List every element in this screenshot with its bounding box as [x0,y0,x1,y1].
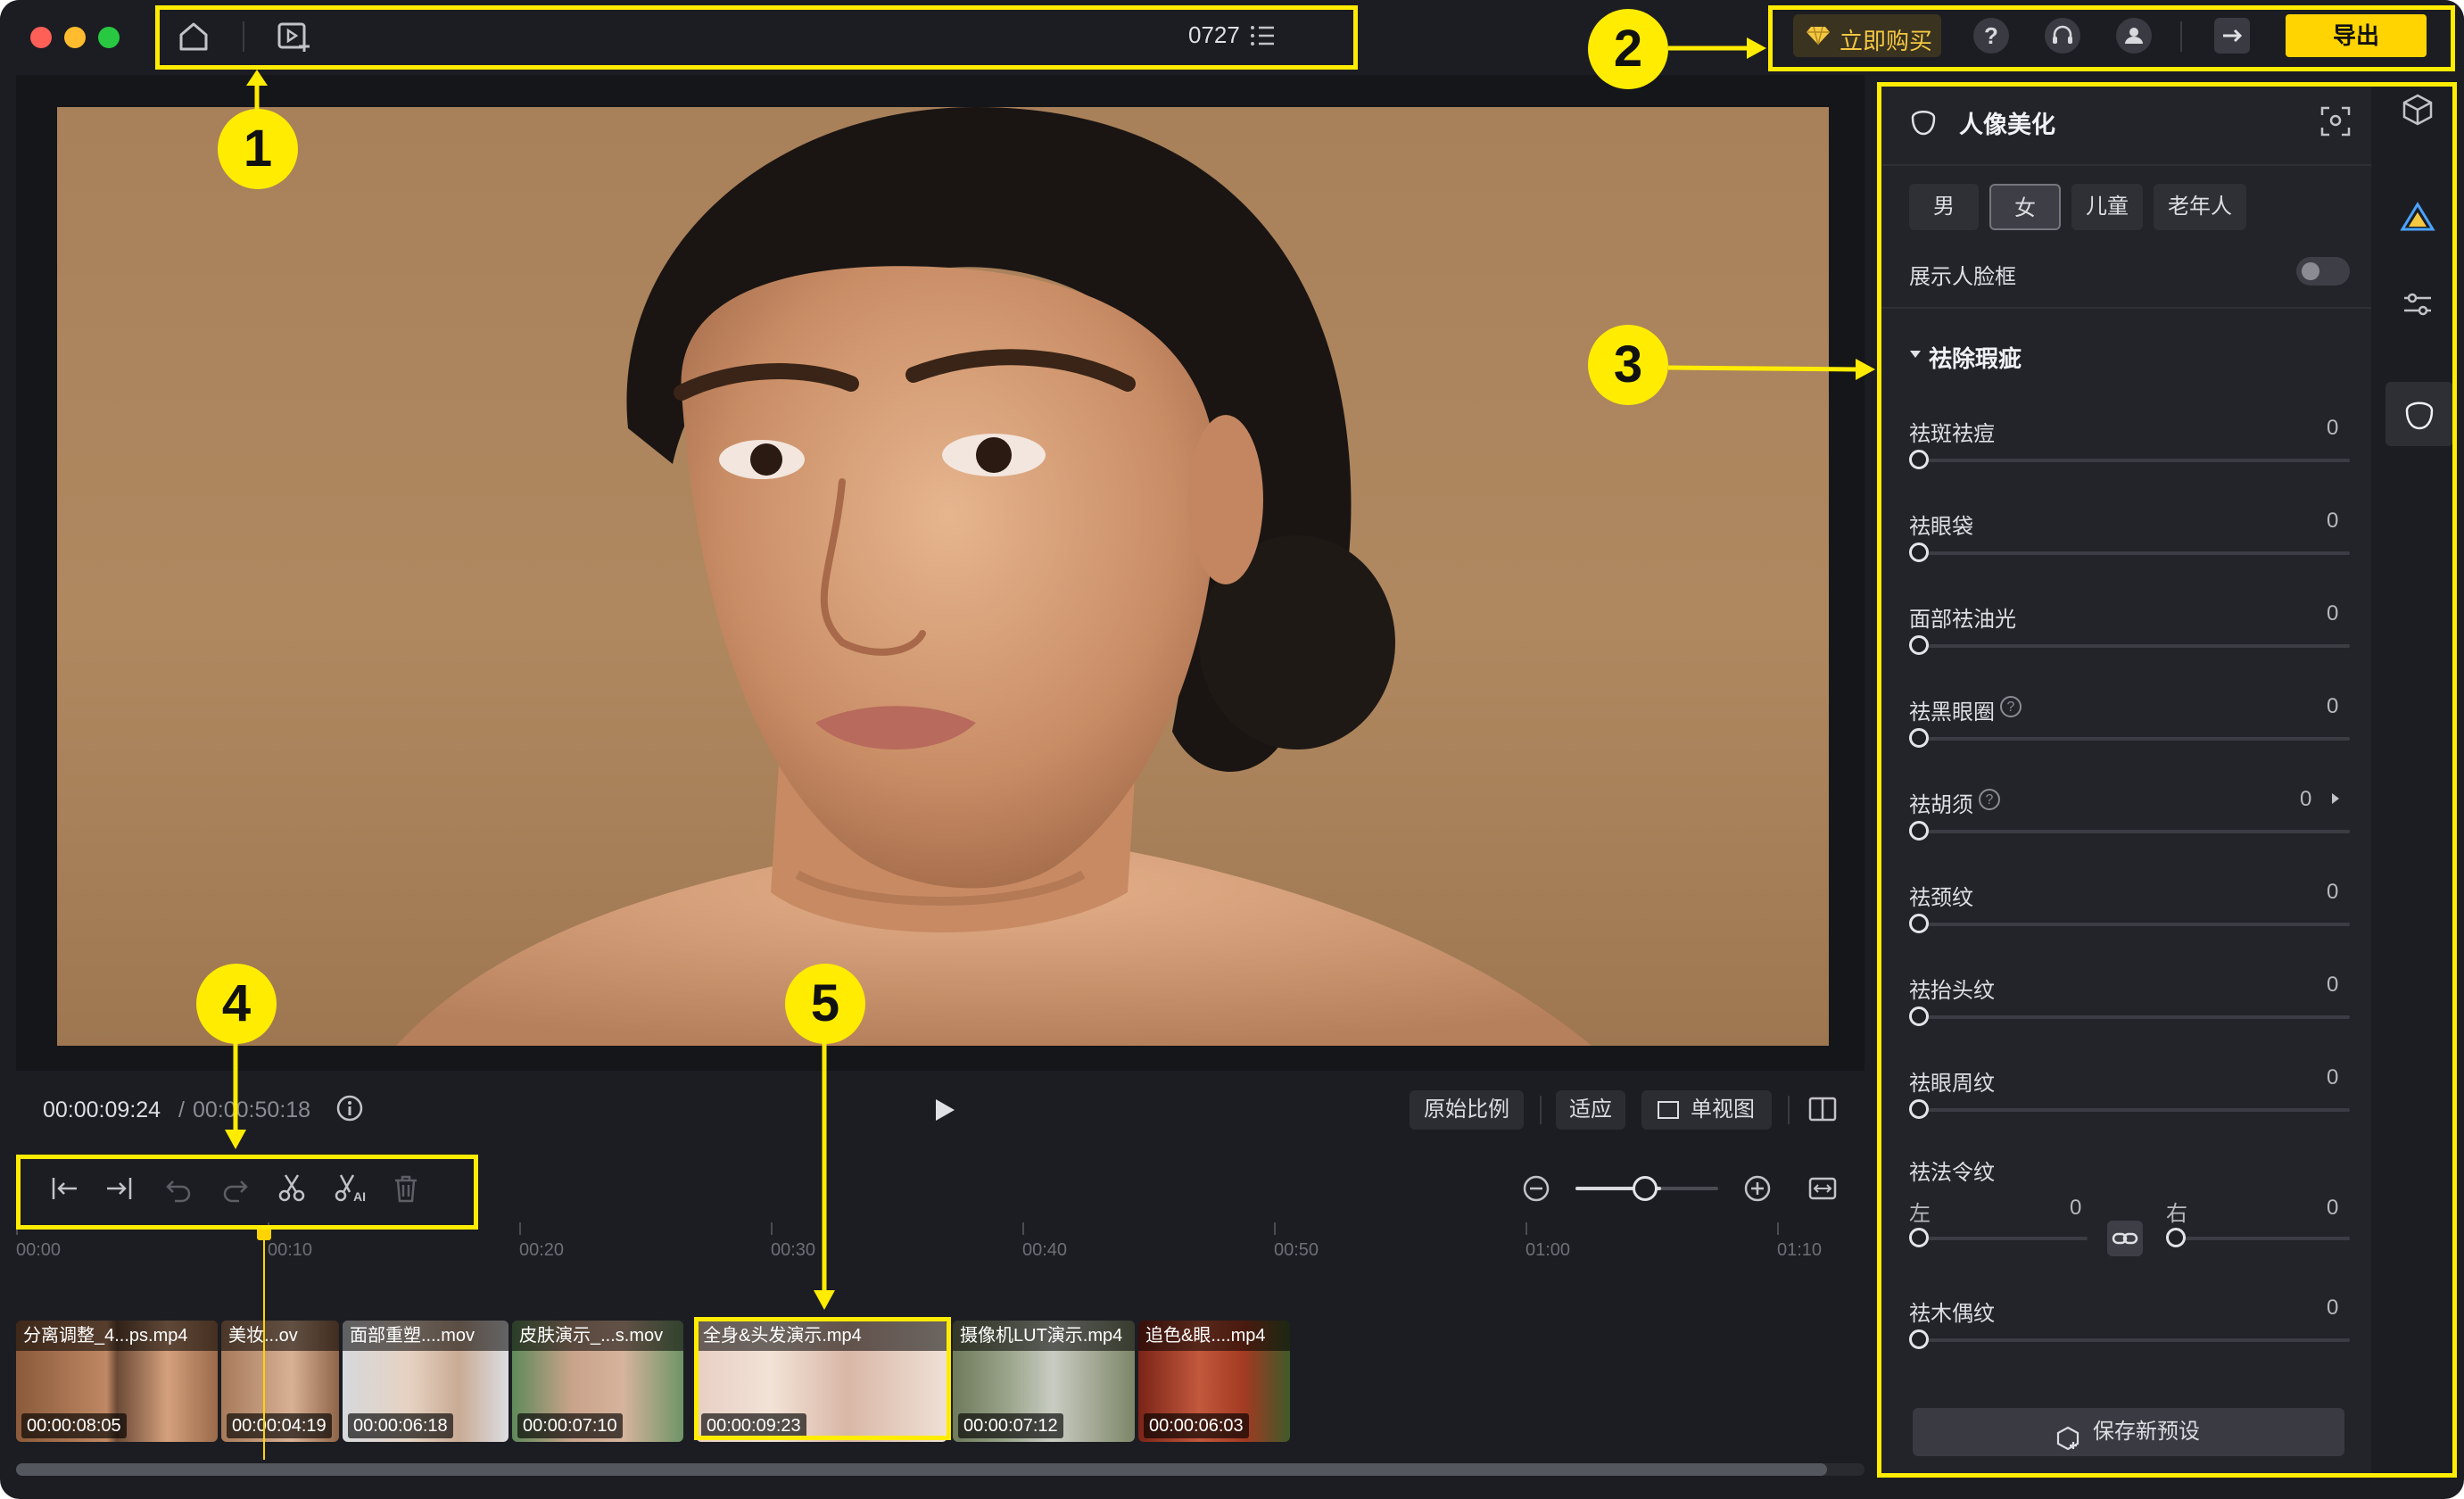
callout-number-1: 1 [218,109,298,189]
app-window: 0727 立即购买 ? 导出 00:00:09:24 / 00:00:50:18… [0,0,2464,1499]
callout-arrows [225,37,1875,1310]
callout-number-4: 4 [196,964,277,1044]
callout-number-5: 5 [785,964,865,1044]
callout-number-2: 2 [1588,9,1668,89]
callout-number-3: 3 [1588,325,1668,405]
